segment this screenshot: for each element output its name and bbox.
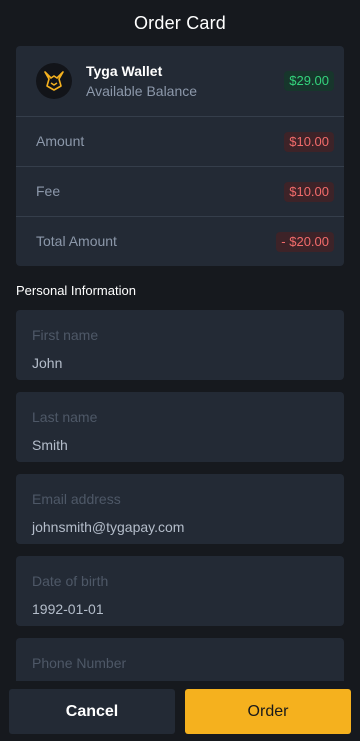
total-amount-label: Total Amount <box>36 233 117 249</box>
last-name-value[interactable]: Smith <box>32 437 68 453</box>
action-footer: Cancel Order <box>0 681 360 741</box>
balance-badge: $29.00 <box>284 71 334 91</box>
total-amount-row: Total Amount - $20.00 <box>16 217 344 266</box>
total-amount-value-badge: - $20.00 <box>276 232 334 252</box>
first-name-field[interactable]: First name John <box>16 310 344 380</box>
cancel-button[interactable]: Cancel <box>9 689 175 734</box>
last-name-label: Last name <box>32 409 98 425</box>
amount-row: Amount $10.00 <box>16 117 344 167</box>
wallet-row: Tyga Wallet Available Balance $29.00 <box>16 46 344 117</box>
order-summary-card: Tyga Wallet Available Balance $29.00 Amo… <box>16 46 344 266</box>
date-of-birth-value[interactable]: 1992-01-01 <box>32 601 104 617</box>
email-label: Email address <box>32 491 121 507</box>
date-of-birth-label: Date of birth <box>32 573 109 589</box>
fee-row: Fee $10.00 <box>16 167 344 217</box>
amount-label: Amount <box>36 133 85 149</box>
date-of-birth-field[interactable]: Date of birth 1992-01-01 <box>16 556 344 626</box>
tyga-fox-logo-icon <box>36 63 72 99</box>
last-name-field[interactable]: Last name Smith <box>16 392 344 462</box>
page-title: Order Card <box>133 12 227 33</box>
phone-number-label: Phone Number <box>32 655 127 671</box>
personal-info-heading: Personal Information <box>16 283 136 298</box>
amount-value-badge: $10.00 <box>284 132 334 152</box>
email-field[interactable]: Email address johnsmith@tygapay.com <box>16 474 344 544</box>
wallet-name: Tyga Wallet <box>86 63 163 79</box>
order-button[interactable]: Order <box>185 689 351 734</box>
first-name-label: First name <box>32 327 99 343</box>
fee-label: Fee <box>36 183 61 199</box>
fee-value-badge: $10.00 <box>284 182 334 202</box>
wallet-subtitle: Available Balance <box>86 83 198 99</box>
app-header: Order Card <box>0 0 360 46</box>
first-name-value[interactable]: John <box>32 355 62 371</box>
email-value[interactable]: johnsmith@tygapay.com <box>32 519 184 535</box>
